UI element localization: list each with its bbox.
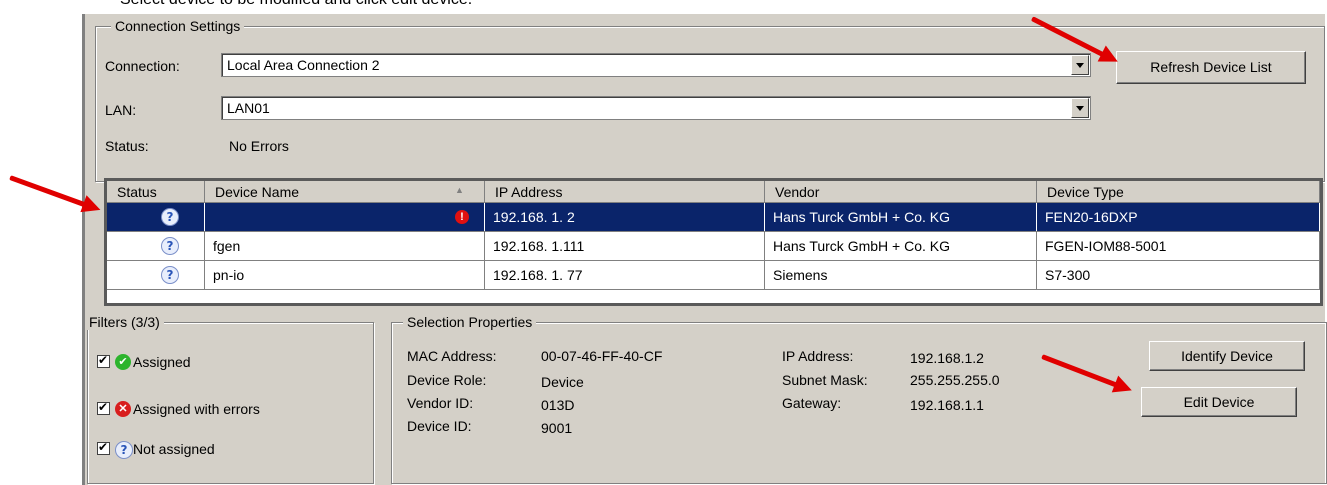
lan-select[interactable]: LAN01 — [221, 96, 1091, 120]
vendor-id-value: 013D — [541, 397, 575, 413]
filters-title: Filters (3/3) — [85, 314, 164, 330]
device-name-cell: ! — [205, 203, 485, 231]
gateway-label: Gateway: — [782, 395, 842, 411]
identify-device-button[interactable]: Identify Device — [1149, 341, 1305, 371]
device-id-label: Device ID: — [407, 418, 472, 434]
filter-not-assigned-checkbox[interactable] — [97, 440, 110, 455]
mac-value: 00-07-46-FF-40-CF — [541, 348, 663, 364]
device-name-cell: fgen — [205, 232, 485, 260]
lan-value: LAN01 — [227, 100, 270, 116]
edit-button-label: Edit Device — [1183, 394, 1255, 410]
refresh-button-label: Refresh Device List — [1150, 59, 1272, 75]
device-id-value: 9001 — [541, 420, 573, 436]
connection-label: Connection: — [105, 58, 180, 74]
ip-label: IP Address: — [782, 348, 854, 364]
ip-cell: 192.168. 1. 77 — [485, 261, 765, 289]
chevron-down-icon[interactable] — [1071, 55, 1089, 75]
lan-label: LAN: — [105, 102, 137, 118]
column-header-device-type[interactable]: Device Type — [1037, 181, 1320, 203]
instruction-caption: Select device to be modified and click e… — [120, 0, 472, 9]
question-icon: ? — [161, 266, 179, 284]
status-value: No Errors — [229, 138, 289, 154]
gateway-value: 192.168.1.1 — [910, 397, 984, 413]
connection-select[interactable]: Local Area Connection 2 — [221, 53, 1091, 77]
filter-not-assigned-label: Not assigned — [133, 441, 215, 457]
error-icon: ✕ — [115, 401, 131, 417]
ip-value: 192.168.1.2 — [910, 350, 984, 366]
vendor-cell: Hans Turck GmbH + Co. KG — [765, 232, 1037, 260]
check-icon: ✔ — [115, 354, 131, 370]
vendor-cell: Siemens — [765, 261, 1037, 289]
annotation-arrow-row — [9, 175, 88, 208]
question-icon: ? — [115, 441, 133, 459]
table-row[interactable]: ? fgen 192.168. 1.111 Hans Turck GmbH + … — [107, 232, 1320, 261]
connection-settings-title: Connection Settings — [111, 18, 245, 34]
column-header-device-name-label: Device Name — [215, 184, 300, 200]
selection-properties-title: Selection Properties — [403, 314, 537, 330]
connection-value: Local Area Connection 2 — [227, 57, 380, 73]
vendor-cell: Hans Turck GmbH + Co. KG — [765, 203, 1037, 231]
ip-cell: 192.168. 1.111 — [485, 232, 765, 260]
question-icon: ? — [161, 208, 179, 226]
status-cell: ? — [107, 232, 205, 260]
error-flag-icon: ! — [455, 210, 469, 224]
filter-assigned-checkbox[interactable] — [97, 353, 110, 368]
role-value: Device — [541, 374, 584, 390]
column-header-ip-address[interactable]: IP Address — [485, 181, 765, 203]
question-icon: ? — [161, 237, 179, 255]
filter-errors-checkbox[interactable] — [97, 400, 110, 415]
status-cell: ? — [107, 261, 205, 289]
refresh-device-list-button[interactable]: Refresh Device List — [1116, 51, 1306, 84]
column-header-status[interactable]: Status — [107, 181, 205, 203]
subnet-label: Subnet Mask: — [782, 372, 868, 388]
device-table: Status Device Name ▲ IP Address Vendor D… — [104, 178, 1323, 306]
role-label: Device Role: — [407, 372, 487, 388]
subnet-value: 255.255.255.0 — [910, 372, 1000, 388]
edit-device-button[interactable]: Edit Device — [1141, 387, 1297, 417]
table-row[interactable]: ? ! 192.168. 1. 2 Hans Turck GmbH + Co. … — [107, 203, 1320, 232]
column-header-vendor[interactable]: Vendor — [765, 181, 1037, 203]
status-cell: ? — [107, 203, 205, 231]
filter-assigned-label: Assigned — [133, 354, 191, 370]
mac-label: MAC Address: — [407, 348, 497, 364]
filter-errors-label: Assigned with errors — [133, 401, 260, 417]
chevron-down-icon[interactable] — [1071, 98, 1089, 118]
sort-asc-icon: ▲ — [455, 185, 464, 195]
column-header-device-name[interactable]: Device Name ▲ — [205, 181, 485, 203]
device-name-cell: pn-io — [205, 261, 485, 289]
identify-button-label: Identify Device — [1181, 348, 1273, 364]
status-label: Status: — [105, 138, 149, 154]
device-type-cell: FGEN-IOM88-5001 — [1037, 232, 1320, 260]
vendor-id-label: Vendor ID: — [407, 395, 474, 411]
ip-cell: 192.168. 1. 2 — [485, 203, 765, 231]
device-type-cell: FEN20-16DXP — [1037, 203, 1320, 231]
device-type-cell: S7-300 — [1037, 261, 1320, 289]
table-row[interactable]: ? pn-io 192.168. 1. 77 Siemens S7-300 — [107, 261, 1320, 290]
